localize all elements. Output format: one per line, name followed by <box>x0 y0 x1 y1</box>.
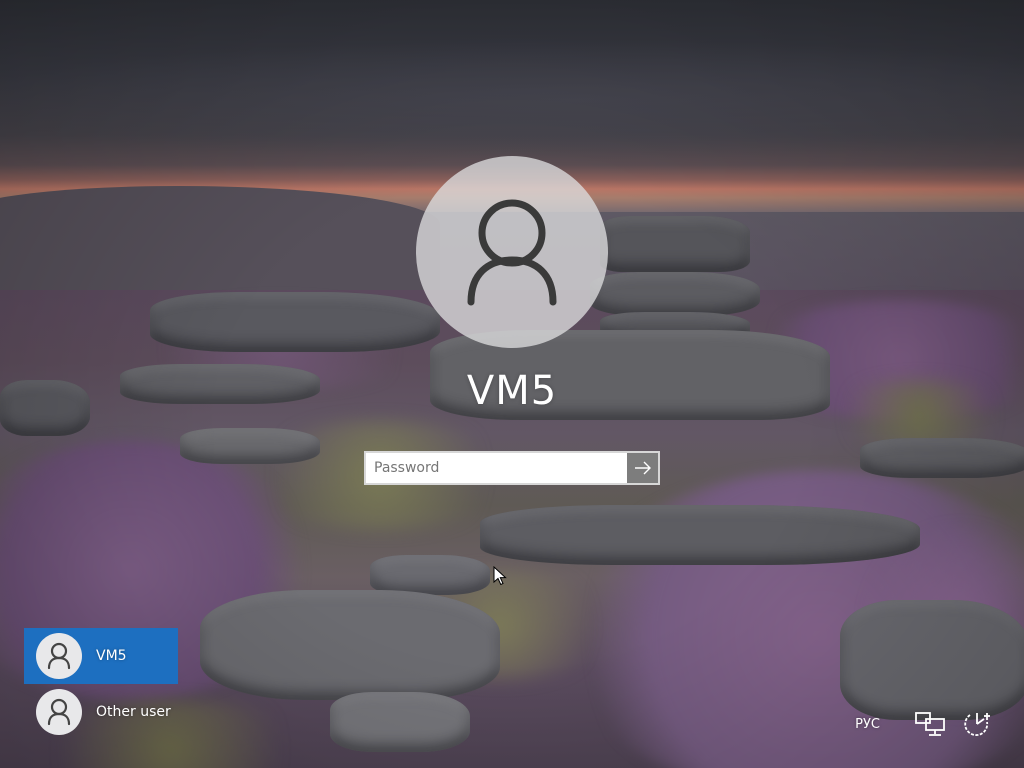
ease-of-access-icon[interactable] <box>960 709 994 739</box>
password-input[interactable] <box>364 451 627 485</box>
password-row <box>364 451 660 485</box>
login-username: VM5 <box>466 368 558 414</box>
language-indicator[interactable]: РУС <box>855 717 880 732</box>
network-icon[interactable] <box>914 711 946 737</box>
user-tile-vm5[interactable]: VM5 <box>24 628 178 684</box>
arrow-right-icon <box>634 461 651 475</box>
user-avatar-icon <box>47 698 71 726</box>
user-tile-label: VM5 <box>96 648 127 664</box>
mouse-cursor-icon <box>493 565 507 590</box>
user-tile-other-user[interactable]: Other user <box>24 684 178 740</box>
user-avatar-icon <box>467 199 557 306</box>
user-avatar-large <box>416 156 608 348</box>
submit-button[interactable] <box>627 451 660 485</box>
user-avatar <box>36 689 82 735</box>
user-avatar-icon <box>47 642 71 670</box>
user-avatar <box>36 633 82 679</box>
system-tray: РУС <box>855 706 994 742</box>
lock-screen: VM5 VM5 Other user РУС <box>0 0 1024 768</box>
user-list: VM5 Other user <box>24 628 178 740</box>
user-tile-label: Other user <box>96 704 171 720</box>
